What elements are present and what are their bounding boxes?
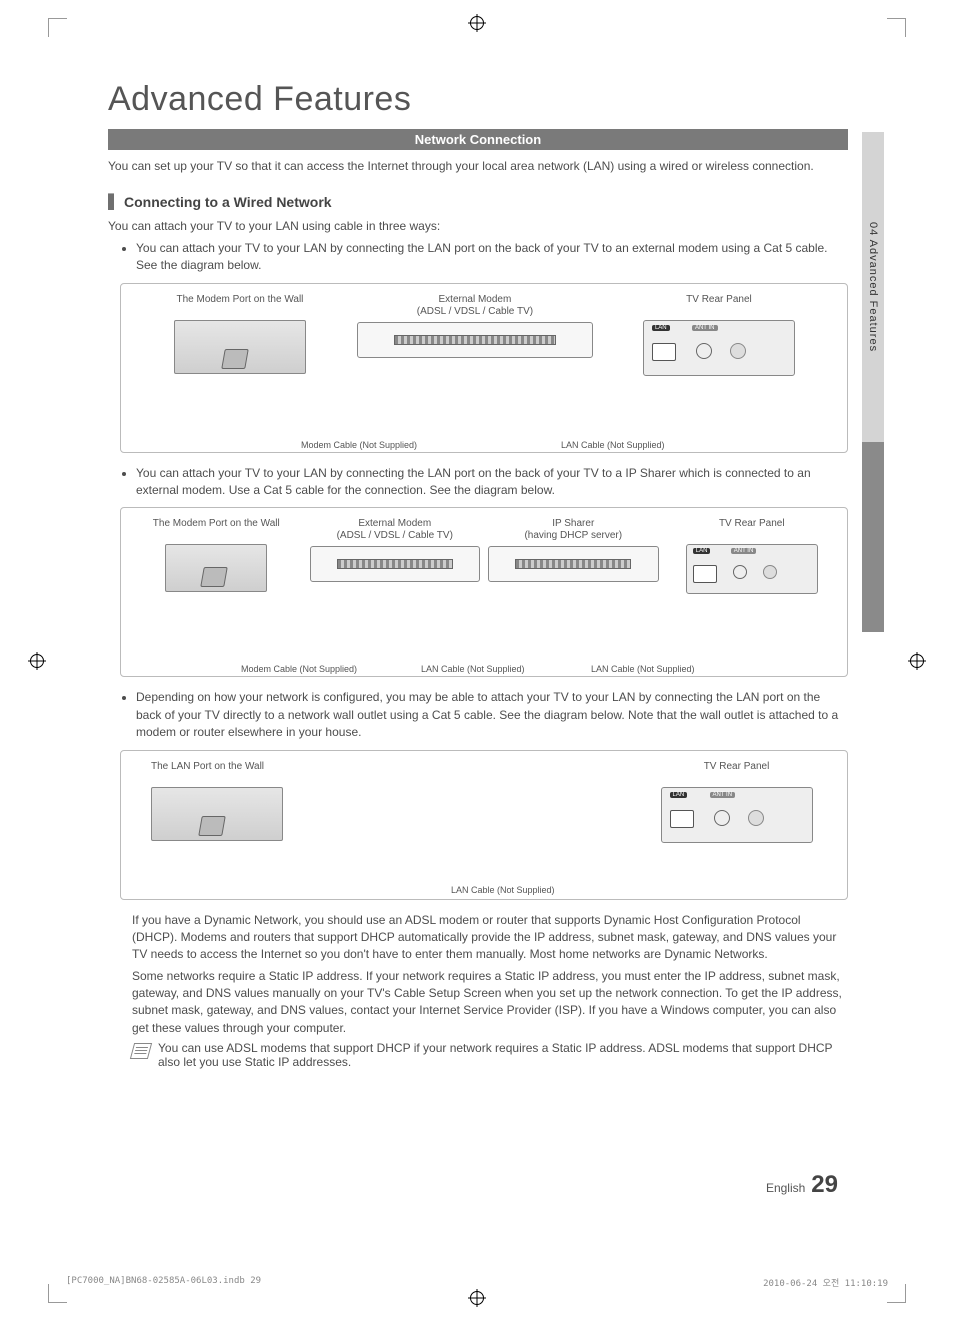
paragraph-dynamic: If you have a Dynamic Network, you shoul… <box>108 912 848 964</box>
label-lan-port-wall: The LAN Port on the Wall <box>151 761 264 783</box>
caption-modem-cable: Modem Cable (Not Supplied) <box>301 440 417 450</box>
external-modem-icon <box>357 322 593 358</box>
lan-port-label: LAN <box>670 792 688 798</box>
lead-line: You can attach your TV to your LAN using… <box>108 218 848 235</box>
subheading: Connecting to a Wired Network <box>108 193 848 210</box>
wall-port-icon <box>151 787 283 841</box>
registration-mark-icon <box>468 1289 486 1307</box>
label-external-modem-2: External Modem <box>358 518 431 529</box>
diagram-wall-direct: The LAN Port on the Wall TV Rear Panel L… <box>120 750 848 900</box>
intro-text: You can set up your TV so that it can ac… <box>108 158 848 175</box>
label-external-modem-sub: (ADSL / VDSL / Cable TV) <box>417 306 533 317</box>
caption-lan-cable: LAN Cable (Not Supplied) <box>561 440 665 450</box>
print-timestamp: 2010-06-24 오전 11:10:19 <box>763 1276 888 1289</box>
label-modem-port-wall: The Modem Port on the Wall <box>176 294 303 316</box>
footer-language: English <box>766 1181 805 1195</box>
side-tab-accent <box>862 442 884 632</box>
footer-page-number: 29 <box>811 1171 838 1199</box>
caption-lan-cable-3: LAN Cable (Not Supplied) <box>451 885 555 895</box>
registration-mark-icon <box>908 652 926 670</box>
caption-lan-cable-2b: LAN Cable (Not Supplied) <box>591 664 695 674</box>
lan-port-label: LAN <box>693 548 711 554</box>
bullet-2: You can attach your TV to your LAN by co… <box>136 465 848 500</box>
registration-mark-icon <box>28 652 46 670</box>
lan-port-label: LAN <box>652 325 670 331</box>
print-file-id: [PC7000_NA]BN68-02585A-06L03.indb 29 <box>66 1276 261 1289</box>
note-text: You can use ADSL modems that support DHC… <box>158 1041 848 1069</box>
label-ip-sharer: IP Sharer <box>552 518 594 529</box>
registration-mark-icon <box>468 14 486 32</box>
caption-lan-cable-2a: LAN Cable (Not Supplied) <box>421 664 525 674</box>
print-metadata: [PC7000_NA]BN68-02585A-06L03.indb 29 201… <box>66 1276 888 1289</box>
label-tv-rear-2: TV Rear Panel <box>719 518 785 540</box>
label-ip-sharer-sub: (having DHCP server) <box>524 530 622 541</box>
diagram-ip-sharer: The Modem Port on the Wall External Mode… <box>120 507 848 677</box>
ant-port-label: ANT IN <box>710 792 736 798</box>
crop-mark <box>48 1284 67 1303</box>
page-title: Advanced Features <box>108 80 848 119</box>
ant-port-label: ANT IN <box>731 548 757 554</box>
section-heading-bar: Network Connection <box>108 129 848 150</box>
side-tab-label: 04 Advanced Features <box>867 222 879 352</box>
label-external-modem-sub-2: (ADSL / VDSL / Cable TV) <box>337 530 453 541</box>
tv-rear-panel-icon: LAN ANT IN <box>643 320 795 376</box>
diagram-modem-direct: The Modem Port on the Wall External Mode… <box>120 283 848 453</box>
crop-mark <box>48 18 67 37</box>
ip-sharer-icon <box>488 546 659 582</box>
external-modem-icon <box>310 546 481 582</box>
paragraph-static: Some networks require a Static IP addres… <box>108 968 848 1038</box>
wall-port-icon <box>165 544 267 592</box>
label-external-modem: External Modem <box>439 294 512 305</box>
crop-mark <box>887 18 906 37</box>
crop-mark <box>887 1284 906 1303</box>
bullet-1: You can attach your TV to your LAN by co… <box>136 240 848 275</box>
label-tv-rear: TV Rear Panel <box>686 294 752 316</box>
subhead-bar-icon <box>108 193 114 210</box>
bullet-3: Depending on how your network is configu… <box>136 689 848 741</box>
tv-rear-panel-icon: LAN ANT IN <box>661 787 813 843</box>
tv-rear-panel-icon: LAN ANT IN <box>686 544 818 594</box>
side-chapter-tab: 04 Advanced Features <box>862 132 884 442</box>
subhead-text: Connecting to a Wired Network <box>124 194 332 210</box>
ant-port-label: ANT IN <box>692 325 718 331</box>
label-tv-rear-3: TV Rear Panel <box>704 761 770 783</box>
label-modem-port-wall-2: The Modem Port on the Wall <box>153 518 280 540</box>
wall-port-icon <box>174 320 306 374</box>
note-icon <box>130 1043 152 1059</box>
note-row: You can use ADSL modems that support DHC… <box>108 1041 848 1069</box>
page-footer: English 29 <box>766 1171 838 1199</box>
caption-modem-cable-2: Modem Cable (Not Supplied) <box>241 664 357 674</box>
